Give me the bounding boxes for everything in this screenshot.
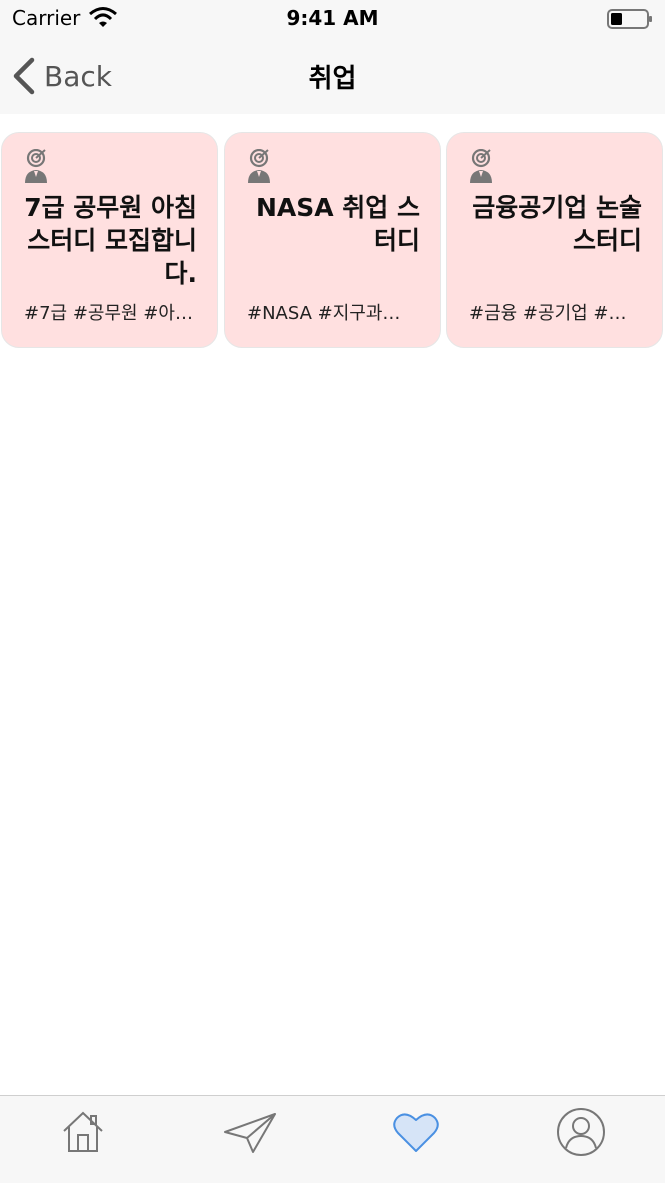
- screen: Carrier 9:41 AM Back 취업 7급 공무원 아침 스터디 모집…: [0, 0, 665, 1183]
- tab-profile[interactable]: [551, 1104, 611, 1160]
- card-tags: #금융 #공기업 #…: [469, 303, 627, 324]
- card-title: NASA 취업 스터디: [255, 193, 420, 255]
- target-person-icon: [248, 149, 270, 183]
- target-person-icon: [470, 149, 492, 183]
- tab-favorites[interactable]: [386, 1104, 446, 1160]
- profile-icon: [557, 1108, 605, 1156]
- tab-send[interactable]: [220, 1104, 280, 1160]
- study-card[interactable]: 7급 공무원 아침 스터디 모집합니다. #7급 #공무원 #아…: [1, 132, 218, 348]
- page-title: 취업: [308, 64, 357, 94]
- status-bar: Carrier 9:41 AM: [0, 0, 665, 40]
- battery-icon: [607, 9, 652, 29]
- study-card[interactable]: 금융공기업 논술 스터디 #금융 #공기업 #…: [446, 132, 663, 348]
- status-time: 9:41 AM: [286, 6, 379, 30]
- paper-plane-icon: [224, 1113, 276, 1153]
- card-tags: #NASA #지구과…: [247, 303, 401, 324]
- navigation-bar: Back 취업: [0, 40, 665, 114]
- study-card-list: 7급 공무원 아침 스터디 모집합니다. #7급 #공무원 #아… NASA 취…: [0, 132, 665, 352]
- tab-bar: [0, 1095, 665, 1183]
- tab-home[interactable]: [53, 1104, 113, 1160]
- card-tags: #7급 #공무원 #아…: [24, 303, 193, 324]
- study-card[interactable]: NASA 취업 스터디 #NASA #지구과…: [224, 132, 441, 348]
- heart-icon: [393, 1113, 439, 1152]
- home-icon: [63, 1111, 103, 1152]
- card-title: 금융공기업 논술 스터디: [472, 193, 642, 255]
- target-person-icon: [25, 149, 47, 183]
- card-title: 7급 공무원 아침 스터디 모집합니다.: [24, 193, 197, 288]
